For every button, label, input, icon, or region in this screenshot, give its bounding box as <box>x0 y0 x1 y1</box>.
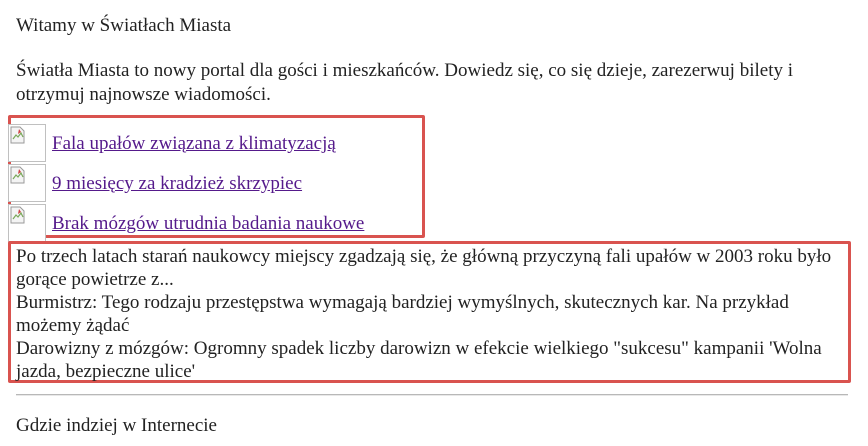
horizontal-divider <box>16 394 848 396</box>
news-descriptions: Po trzech latach starań naukowcy miejscy… <box>16 245 848 383</box>
description-brain-shortage: Darowizny z mózgów: Ogromny spadek liczb… <box>16 338 822 382</box>
description-heatwave: Po trzech latach starań naukowcy miejscy… <box>16 246 832 290</box>
broken-image-icon[interactable] <box>8 204 46 242</box>
broken-image-icon[interactable] <box>8 164 46 202</box>
news-link-brain-shortage[interactable]: Brak mózgów utrudnia badania naukowe <box>52 212 364 236</box>
news-link-violin-theft[interactable]: 9 miesięcy za kradzież skrzypiec <box>52 172 302 196</box>
news-link-heatwave[interactable]: Fala upałów związana z klimatyzacją <box>52 132 336 156</box>
description-violin-theft: Burmistrz: Tego rodzaju przestępstwa wym… <box>16 292 789 336</box>
intro-paragraph: Światła Miasta to nowy portal dla gości … <box>16 60 793 105</box>
elsewhere-heading: Gdzie indziej w Internecie <box>16 415 217 436</box>
broken-image-icon[interactable] <box>8 124 46 162</box>
page-title: Witamy w Światłach Miasta <box>16 15 232 36</box>
